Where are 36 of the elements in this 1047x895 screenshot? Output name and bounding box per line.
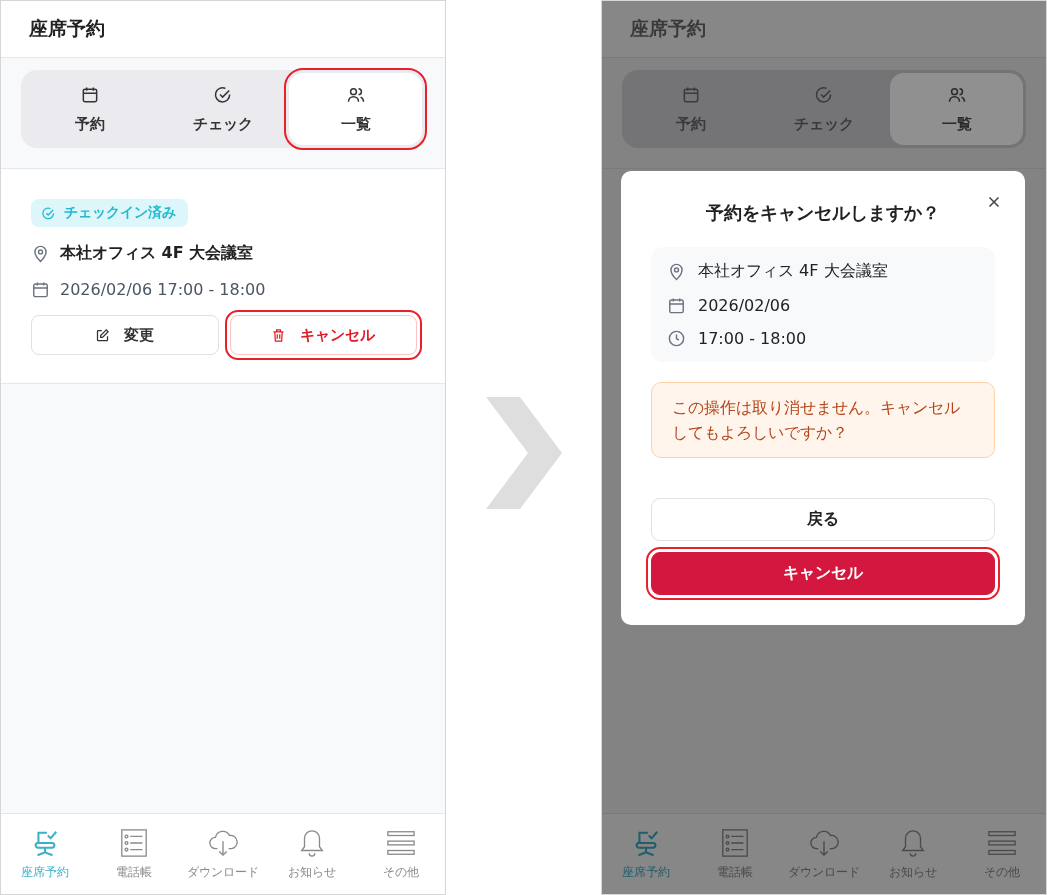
check-circle-icon xyxy=(41,205,56,221)
calendar-icon xyxy=(31,280,50,299)
nav-item[interactable]: 電話帳 xyxy=(89,814,179,894)
warning-message: この操作は取り消せません。キャンセルしてもよろしいですか？ xyxy=(651,382,995,458)
back-button[interactable]: 戻る xyxy=(651,498,995,541)
time-text: 17:00 - 18:00 xyxy=(698,329,807,348)
clock-icon xyxy=(667,329,686,348)
tab[interactable]: 予約 xyxy=(625,73,758,145)
edit-icon xyxy=(95,327,111,343)
page-title: 座席予約 xyxy=(29,16,105,41)
location-text: 本社オフィス 4F 大会議室 xyxy=(60,243,254,264)
tab[interactable]: 予約 xyxy=(24,73,157,145)
location-text: 本社オフィス 4F 大会議室 xyxy=(698,261,888,282)
dialog-title: 予約をキャンセルしますか？ xyxy=(705,201,941,225)
chevron-right-icon xyxy=(485,396,562,509)
edit-button[interactable]: 変更 xyxy=(31,315,219,355)
trash-icon xyxy=(271,327,287,343)
tab[interactable]: チェック xyxy=(156,73,290,145)
check-circle-icon xyxy=(814,84,834,105)
nav-item[interactable]: 座席予約 xyxy=(1,814,90,894)
location-pin-icon xyxy=(667,262,686,281)
page-title: 座席予約 xyxy=(630,16,706,41)
location-pin-icon xyxy=(31,244,50,263)
nav-item[interactable]: ダウンロード xyxy=(178,814,268,894)
status-text: チェックイン済み xyxy=(64,204,176,222)
tab[interactable]: 一覧 xyxy=(890,73,1023,145)
tab[interactable]: チェック xyxy=(757,73,891,145)
list-icon xyxy=(720,827,751,858)
check-circle-icon xyxy=(213,84,233,105)
calendar-icon xyxy=(667,296,686,315)
nav-item[interactable]: 座席予約 xyxy=(602,814,691,894)
list-icon xyxy=(119,827,150,858)
nav-item[interactable]: お知らせ xyxy=(267,814,357,894)
nav-item[interactable]: その他 xyxy=(356,814,445,894)
date-text: 2026/02/06 xyxy=(698,296,791,315)
datetime-text: 2026/02/06 17:00 - 18:00 xyxy=(60,280,266,299)
